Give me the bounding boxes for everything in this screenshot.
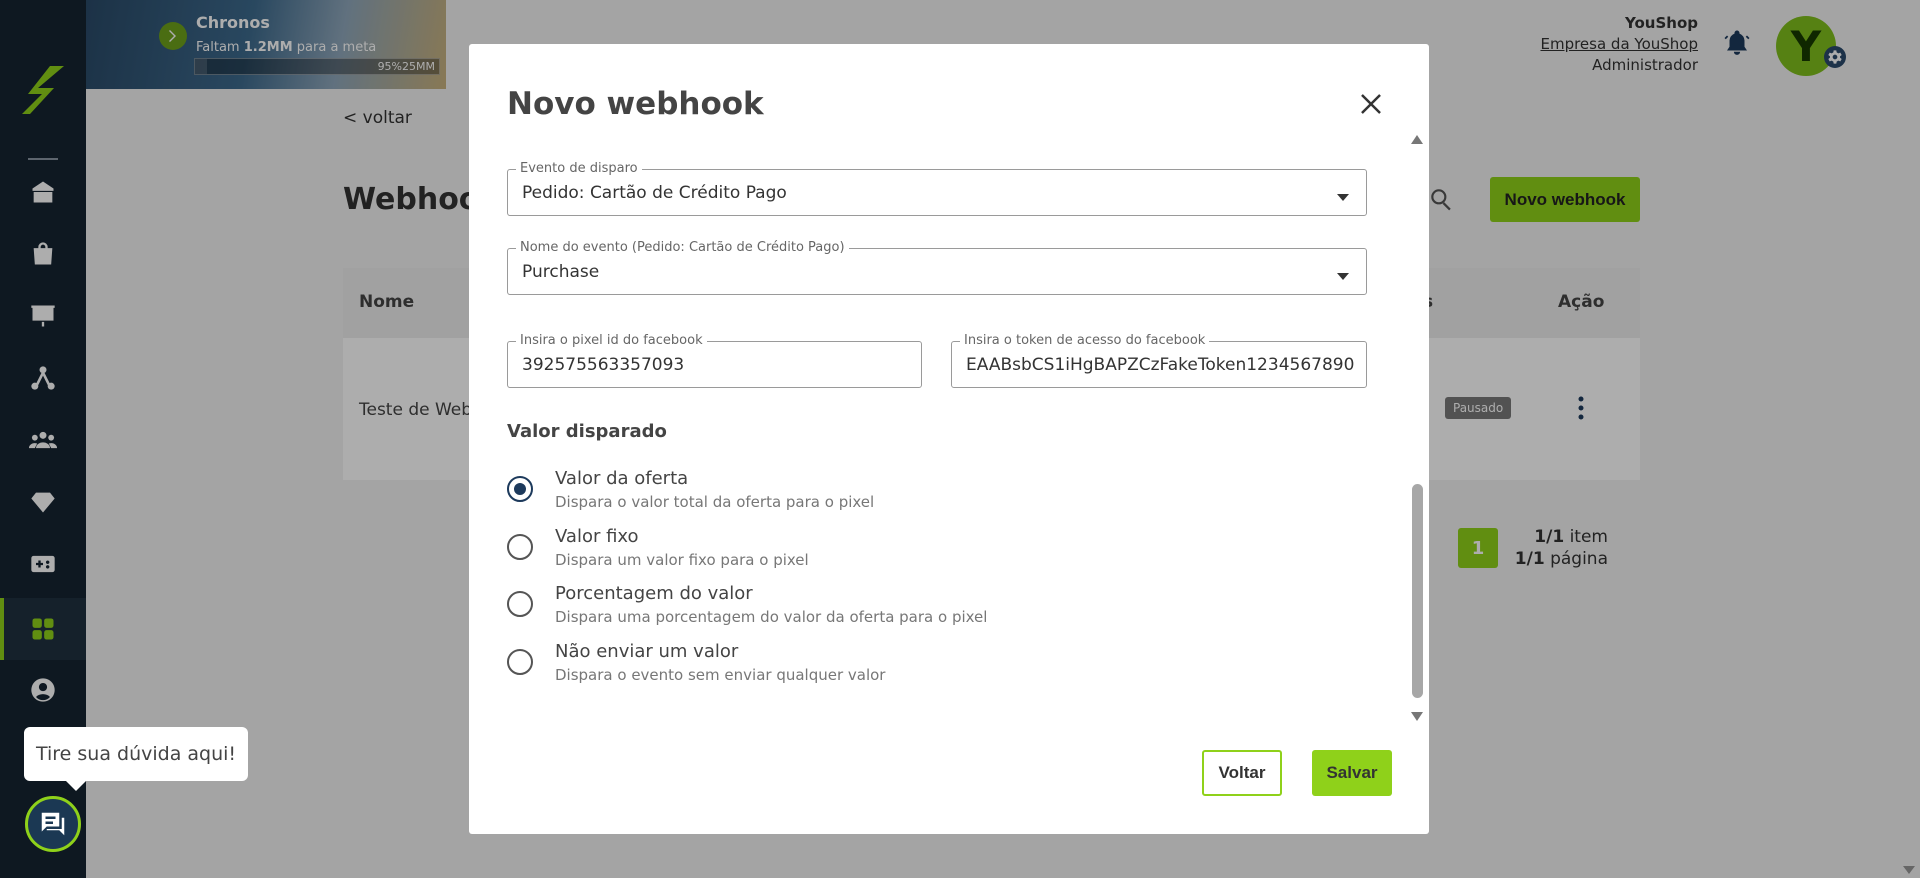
radio-description: Dispara o valor total da oferta para o p… — [555, 493, 875, 511]
radio-label: Valor fixo — [555, 526, 639, 547]
page-scroll-down-arrow[interactable] — [1902, 862, 1916, 876]
modal-title: Novo webhook — [507, 86, 764, 122]
modal-scroll-down-arrow[interactable] — [1410, 708, 1424, 721]
save-button[interactable]: Salvar — [1312, 750, 1392, 796]
pixel-id-label: Insira o pixel id do facebook — [516, 333, 707, 348]
trigger-event-value: Pedido: Cartão de Crédito Pago — [522, 183, 787, 203]
access-token-input[interactable]: Insira o token de acesso do facebook EAA… — [951, 333, 1367, 388]
close-icon — [1361, 94, 1381, 114]
pixel-id-input[interactable]: Insira o pixel id do facebook 3925755633… — [507, 333, 922, 388]
radio-label: Não enviar um valor — [555, 641, 739, 662]
radio-button[interactable] — [507, 591, 533, 617]
event-name-label: Nome do evento (Pedido: Cartão de Crédit… — [516, 240, 849, 255]
radio-description: Dispara o evento sem enviar qualquer val… — [555, 666, 886, 684]
trigger-event-select[interactable]: Evento de disparo Pedido: Cartão de Créd… — [507, 161, 1367, 216]
radio-button[interactable] — [507, 534, 533, 560]
radio-description: Dispara um valor fixo para o pixel — [555, 551, 809, 569]
triangle-down-icon — [1411, 712, 1423, 721]
caret-down-icon — [1336, 266, 1350, 280]
chat-icon — [41, 812, 65, 836]
value-section-title: Valor disparado — [507, 421, 667, 442]
modal-close-button[interactable] — [1357, 90, 1385, 118]
radio-button[interactable] — [507, 649, 533, 675]
caret-down-icon — [1336, 187, 1350, 201]
modal-scroll-up-arrow[interactable] — [1410, 130, 1424, 144]
modal-scrollbar-thumb[interactable] — [1412, 484, 1423, 698]
triangle-down-icon — [1903, 866, 1915, 874]
event-name-value: Purchase — [522, 262, 600, 282]
radio-description: Dispara uma porcentagem do valor da ofer… — [555, 608, 988, 626]
trigger-event-label: Evento de disparo — [516, 161, 642, 176]
event-name-select[interactable]: Nome do evento (Pedido: Cartão de Crédit… — [507, 240, 1367, 295]
back-button[interactable]: Voltar — [1202, 750, 1282, 796]
chat-button[interactable] — [25, 796, 81, 852]
chat-tooltip: Tire sua dúvida aqui! — [24, 727, 248, 791]
access-token-value: EAABsbCS1iHgBAPZCzFakeToken1234567890Tes — [966, 355, 1354, 375]
new-webhook-modal: Novo webhook Evento de disparo Pedido: C… — [469, 44, 1429, 834]
triangle-up-icon — [1411, 135, 1423, 144]
radio-label: Porcentagem do valor — [555, 583, 753, 604]
radio-label: Valor da oferta — [555, 468, 689, 489]
radio-button[interactable] — [507, 476, 533, 502]
access-token-label: Insira o token de acesso do facebook — [960, 333, 1210, 348]
pixel-id-value: 392575563357093 — [522, 355, 685, 375]
